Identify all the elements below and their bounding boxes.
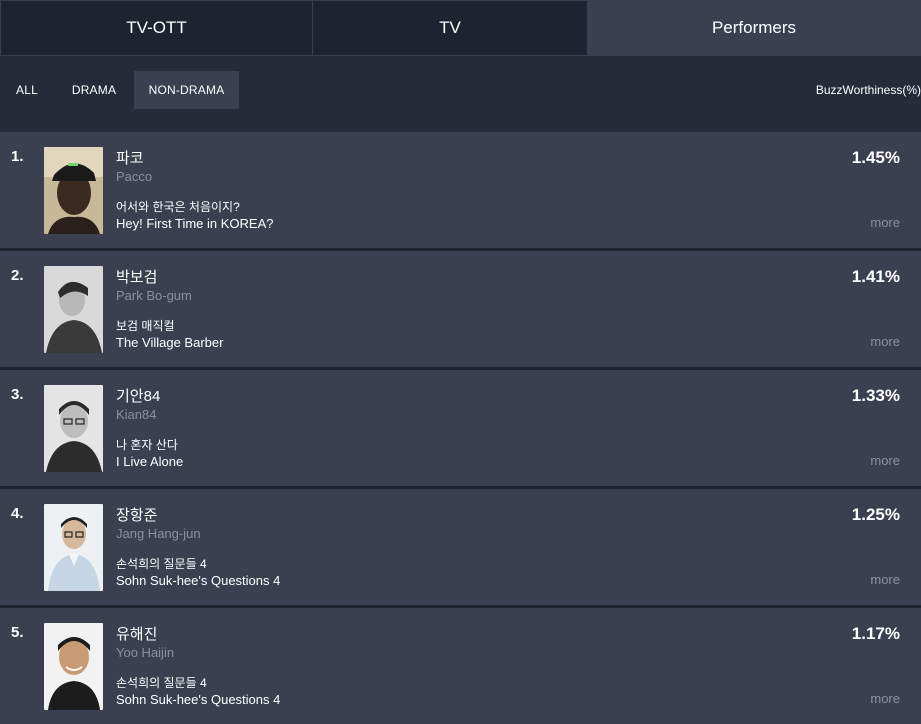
list-item[interactable]: 5. 유해진 Yoo Haijin 손석희의 질문들 4 Sohn Suk-he… [0, 608, 921, 724]
show-title-en: I Live Alone [116, 454, 184, 469]
rank: 4. [11, 505, 24, 522]
show-title-en: Hey! First Time in KOREA? [116, 216, 274, 231]
tab-tv[interactable]: TV [312, 0, 587, 56]
buzz-score: 1.25% [851, 505, 900, 524]
show-title-kr: 손석희의 질문들 4 [116, 557, 207, 571]
performer-name-en: Jang Hang-jun [116, 526, 201, 541]
more-link[interactable]: more [870, 453, 900, 468]
person-photo-icon [44, 147, 103, 234]
avatar[interactable] [44, 623, 103, 710]
more-link[interactable]: more [870, 572, 900, 587]
performer-name-en: Yoo Haijin [116, 645, 175, 660]
rank: 2. [11, 267, 24, 284]
list-item[interactable]: 4. 장항준 Jang Hang-jun 손석희의 질문들 4 Sohn Suk… [0, 489, 921, 605]
show-title-en: The Village Barber [116, 335, 224, 350]
show-title-kr: 나 혼자 산다 [116, 438, 178, 452]
show-title-en: Sohn Suk-hee's Questions 4 [116, 692, 281, 707]
avatar[interactable] [44, 385, 103, 472]
person-photo-icon [44, 266, 103, 353]
filter-drama[interactable]: DRAMA [60, 71, 128, 109]
metric-label: BuzzWorthiness(%) [815, 83, 921, 97]
avatar[interactable] [44, 266, 103, 353]
avatar[interactable] [44, 147, 103, 234]
buzz-score: 1.17% [851, 624, 900, 643]
buzz-score: 1.41% [851, 267, 900, 286]
show-title-kr: 보검 매직컬 [116, 319, 175, 333]
show-title-en: Sohn Suk-hee's Questions 4 [116, 573, 281, 588]
buzz-score: 1.33% [851, 386, 900, 405]
list-item[interactable]: 2. 박보검 Park Bo-gum 보검 매직컬 The Village Ba… [0, 251, 921, 367]
show-title-kr: 손석희의 질문들 4 [116, 676, 207, 690]
filter-all[interactable]: ALL [6, 71, 48, 109]
more-link[interactable]: more [870, 215, 900, 230]
person-photo-icon [44, 385, 103, 472]
performer-name-en: Kian84 [116, 407, 157, 422]
buzz-score: 1.45% [851, 148, 900, 167]
more-link[interactable]: more [870, 334, 900, 349]
tab-performers[interactable]: Performers [587, 0, 921, 56]
performer-name-kr[interactable]: 기안84 [116, 385, 160, 406]
tab-tv-ott[interactable]: TV-OTT [0, 0, 312, 56]
performer-name-en: Park Bo-gum [116, 288, 192, 303]
performer-name-kr[interactable]: 파코 [116, 147, 144, 168]
rank: 1. [11, 148, 24, 165]
performer-name-en: Pacco [116, 169, 153, 184]
rank: 3. [11, 386, 24, 403]
more-link[interactable]: more [870, 691, 900, 706]
list-item[interactable]: 3. 기안84 Kian84 나 혼자 산다 I Live Alone 1.33… [0, 370, 921, 486]
performer-name-kr[interactable]: 박보검 [116, 266, 157, 287]
performer-name-kr[interactable]: 유해진 [116, 623, 157, 644]
filter-bar: ALL DRAMA NON-DRAMA BuzzWorthiness(%) [0, 56, 921, 132]
show-title-kr: 어서와 한국은 처음이지? [116, 200, 240, 214]
list-item[interactable]: 1. 파코 Pacco 어서와 한국은 처음이지? Hey! First Tim… [0, 132, 921, 248]
person-photo-icon [44, 623, 103, 710]
filter-non-drama[interactable]: NON-DRAMA [134, 71, 239, 109]
rank: 5. [11, 624, 24, 641]
performer-name-kr[interactable]: 장항준 [116, 504, 157, 525]
avatar[interactable] [44, 504, 103, 591]
person-photo-icon [44, 504, 103, 591]
category-tabs: TV-OTT TV Performers [0, 0, 921, 56]
